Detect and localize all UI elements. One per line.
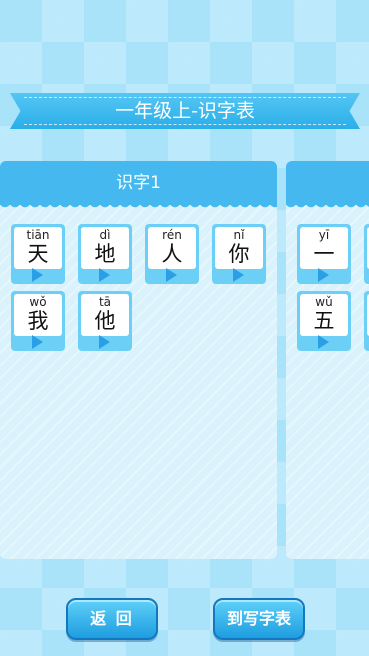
play-icon[interactable] bbox=[99, 335, 110, 349]
card-face: rén 人 bbox=[148, 227, 196, 269]
hanzi-label: 五 bbox=[313, 309, 335, 333]
char-card-ta[interactable]: tā 他 bbox=[78, 291, 132, 351]
card-face: wǔ 五 bbox=[300, 294, 348, 336]
lesson-panel-1[interactable]: 识字1 tiān 天 dì 地 rén 人 nǐ 你 wǒ 我 tā 他 bbox=[0, 161, 277, 559]
play-icon[interactable] bbox=[99, 268, 110, 282]
page-title: 一年级上-识字表 bbox=[115, 100, 255, 122]
char-card-partial[interactable] bbox=[364, 291, 369, 351]
play-icon[interactable] bbox=[32, 335, 43, 349]
play-icon[interactable] bbox=[318, 335, 329, 349]
char-card-ren[interactable]: rén 人 bbox=[145, 224, 199, 284]
play-icon[interactable] bbox=[32, 268, 43, 282]
hanzi-label: 我 bbox=[27, 309, 49, 333]
lesson-header: 识字1 bbox=[0, 161, 277, 210]
char-card-wo[interactable]: wǒ 我 bbox=[11, 291, 65, 351]
pinyin-label: rén bbox=[162, 228, 182, 242]
lesson-header bbox=[286, 161, 369, 210]
card-face: tā 他 bbox=[81, 294, 129, 336]
card-face: wǒ 我 bbox=[14, 294, 62, 336]
pinyin-label: tā bbox=[98, 295, 112, 309]
title-ribbon: 一年级上-识字表 bbox=[10, 93, 360, 129]
hanzi-label: 人 bbox=[161, 242, 183, 266]
pinyin-label: wǒ bbox=[29, 295, 47, 309]
card-face: dì 地 bbox=[81, 227, 129, 269]
play-icon[interactable] bbox=[233, 268, 244, 282]
char-card-tian[interactable]: tiān 天 bbox=[11, 224, 65, 284]
char-card-ni[interactable]: nǐ 你 bbox=[212, 224, 266, 284]
pinyin-label: dì bbox=[99, 228, 111, 242]
char-card-di[interactable]: dì 地 bbox=[78, 224, 132, 284]
hanzi-label: 他 bbox=[94, 309, 116, 333]
pinyin-label: wǔ bbox=[315, 295, 333, 309]
hanzi-label: 你 bbox=[228, 242, 250, 266]
play-icon[interactable] bbox=[166, 268, 177, 282]
lesson-panel-2[interactable]: yī 一 wǔ 五 bbox=[286, 161, 369, 559]
back-button[interactable]: 返 回 bbox=[66, 598, 158, 640]
hanzi-label: 一 bbox=[313, 242, 335, 266]
play-icon[interactable] bbox=[318, 268, 329, 282]
char-card-partial[interactable] bbox=[364, 224, 369, 284]
card-face: tiān 天 bbox=[14, 227, 62, 269]
writing-table-button[interactable]: 到写字表 bbox=[213, 598, 305, 640]
hanzi-label: 地 bbox=[94, 242, 116, 266]
hanzi-label: 天 bbox=[27, 242, 49, 266]
char-card-wu[interactable]: wǔ 五 bbox=[297, 291, 351, 351]
pinyin-label: tiān bbox=[26, 228, 50, 242]
pinyin-label: yī bbox=[318, 228, 330, 242]
card-face: yī 一 bbox=[300, 227, 348, 269]
card-face: nǐ 你 bbox=[215, 227, 263, 269]
pinyin-label: nǐ bbox=[233, 228, 245, 242]
char-card-yi[interactable]: yī 一 bbox=[297, 224, 351, 284]
